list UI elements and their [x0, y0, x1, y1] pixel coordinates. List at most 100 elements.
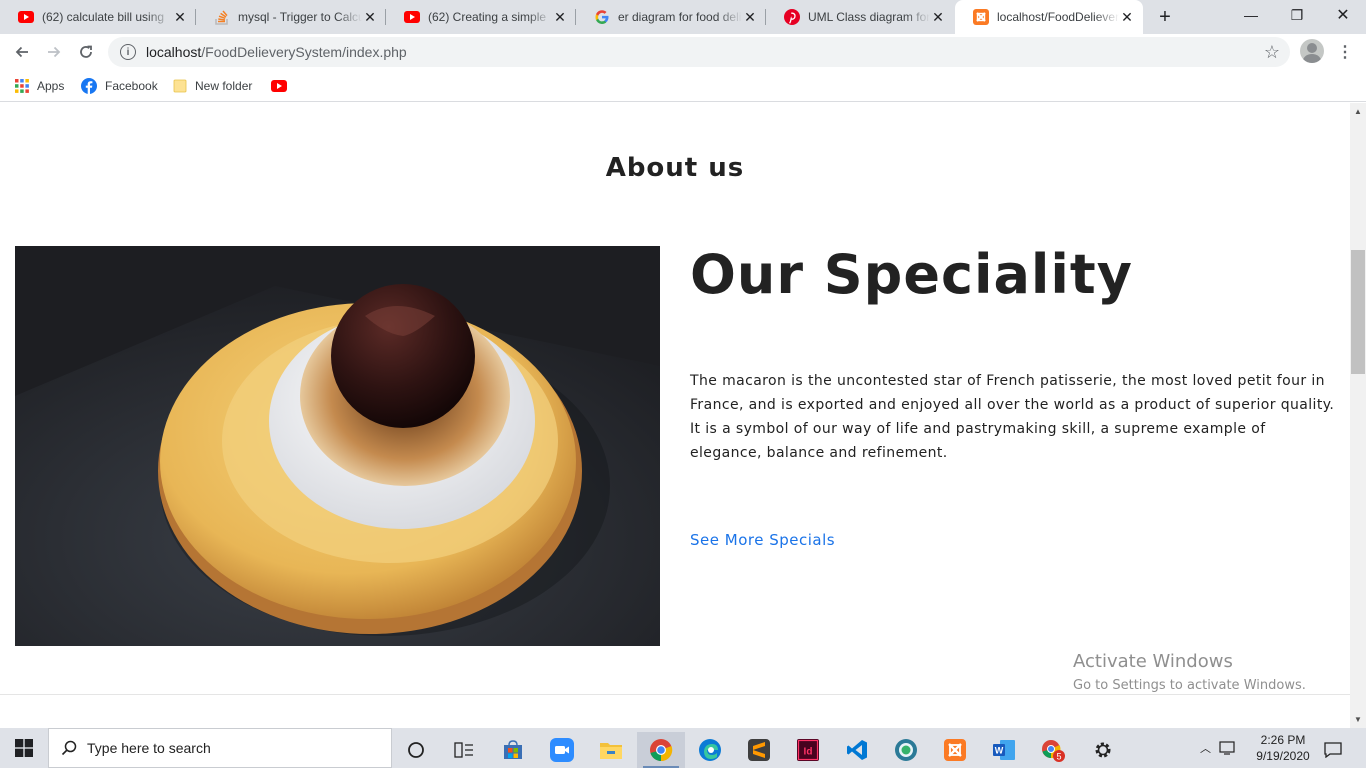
clock-date: 9/19/2020: [1256, 749, 1310, 763]
facebook-icon: [81, 78, 97, 94]
close-icon[interactable]: ✕: [1119, 9, 1135, 25]
tab-mysql-trigger[interactable]: mysql - Trigger to Calcu ✕: [196, 0, 386, 34]
close-icon[interactable]: ✕: [742, 9, 758, 25]
zoom-icon[interactable]: [538, 732, 586, 768]
bookmark-label: Apps: [37, 79, 65, 93]
reload-button[interactable]: [72, 38, 100, 66]
activate-windows-subtitle: Go to Settings to activate Windows.: [1073, 678, 1306, 693]
windows-taskbar: Type here to search Id W 5 ︿ 2:26 PM 9/1…: [0, 728, 1366, 768]
url-text: localhost/FoodDelieverySystem/index.php: [146, 44, 407, 60]
app-circle-icon[interactable]: [882, 732, 930, 768]
xampp-taskbar-icon[interactable]: [931, 732, 979, 768]
vscode-icon[interactable]: [833, 732, 881, 768]
bookmark-facebook[interactable]: Facebook: [81, 76, 158, 96]
tab-title: UML Class diagram for: [808, 10, 930, 24]
taskbar-search-box[interactable]: Type here to search: [48, 728, 392, 768]
svg-text:W: W: [995, 746, 1004, 756]
bookmark-new-folder[interactable]: New folder: [173, 76, 252, 96]
youtube-icon: [404, 9, 420, 25]
bookmark-label: Facebook: [105, 79, 158, 93]
tab-localhost-active[interactable]: localhost/FoodDeliever ✕: [955, 0, 1143, 34]
tab-title: localhost/FoodDeliever: [997, 10, 1119, 24]
activate-windows-watermark: Activate Windows Go to Settings to activ…: [1073, 651, 1306, 693]
tab-title: (62) calculate bill using: [42, 10, 165, 24]
task-view-icon[interactable]: [440, 732, 488, 768]
restore-button[interactable]: ❐: [1274, 0, 1320, 30]
bookmark-apps[interactable]: Apps: [15, 76, 64, 96]
store-icon[interactable]: [489, 732, 537, 768]
apps-grid-icon: [15, 79, 29, 93]
close-icon[interactable]: ✕: [362, 9, 378, 25]
sublime-text-icon[interactable]: [735, 732, 783, 768]
folder-icon: [173, 79, 187, 93]
xampp-icon: [973, 9, 989, 25]
profile-avatar[interactable]: [1300, 39, 1324, 63]
tab-strip: (62) calculate bill using ✕ mysql - Trig…: [0, 0, 1366, 34]
tab-youtube-creating[interactable]: (62) Creating a simple ✕: [386, 0, 576, 34]
reload-icon: [80, 45, 92, 58]
url-host: localhost: [146, 44, 202, 60]
start-button[interactable]: [0, 728, 48, 768]
tab-youtube-calculate-bill[interactable]: (62) calculate bill using ✕: [0, 0, 196, 34]
stackoverflow-icon: [214, 9, 230, 25]
scroll-thumb[interactable]: [1351, 250, 1365, 374]
scroll-up-icon[interactable]: ▲: [1350, 104, 1366, 118]
close-icon[interactable]: ✕: [172, 9, 188, 25]
notification-badge: 5: [1056, 752, 1061, 762]
youtube-icon: [271, 80, 287, 92]
about-us-title: About us: [605, 153, 745, 183]
indesign-icon[interactable]: Id: [784, 732, 832, 768]
chrome-profile-taskbar-icon[interactable]: 5: [1029, 732, 1077, 768]
back-button[interactable]: [8, 38, 36, 66]
speciality-description: The macaron is the uncontested star of F…: [690, 373, 1335, 461]
edge-icon[interactable]: [686, 732, 734, 768]
close-window-button[interactable]: ✕: [1320, 0, 1366, 30]
search-placeholder: Type here to search: [87, 740, 211, 756]
clock-time: 2:26 PM: [1260, 733, 1306, 747]
forward-button[interactable]: [40, 38, 68, 66]
bookmarks-bar: Apps Facebook New folder: [0, 70, 1366, 102]
url-path: /FoodDelieverySystem/index.php: [201, 44, 407, 60]
back-arrow-icon: [15, 46, 28, 58]
tab-title: mysql - Trigger to Calcu: [238, 10, 362, 24]
address-bar[interactable]: i localhost/FoodDelieverySystem/index.ph…: [108, 37, 1290, 67]
scroll-down-icon[interactable]: ▼: [1350, 712, 1366, 726]
tab-title: (62) Creating a simple: [428, 10, 547, 24]
network-icon[interactable]: [1219, 741, 1237, 755]
tab-google-er-diagram[interactable]: er diagram for food deli ✕: [576, 0, 766, 34]
chevron-up-icon[interactable]: ︿: [1200, 740, 1211, 756]
cortana-icon[interactable]: [392, 732, 440, 768]
close-icon[interactable]: ✕: [552, 9, 568, 25]
windows-logo-icon: [15, 739, 33, 757]
chrome-taskbar-icon[interactable]: [637, 732, 685, 768]
tab-title: er diagram for food deli: [618, 10, 742, 24]
page-scrollbar[interactable]: [1350, 103, 1366, 728]
dessert-tart-image: [15, 246, 660, 646]
taskbar-clock[interactable]: 2:26 PM 9/19/2020: [1248, 732, 1318, 764]
browser-menu-icon[interactable]: ⋮: [1336, 40, 1354, 64]
forward-arrow-icon: [48, 46, 61, 58]
youtube-icon: [18, 9, 34, 25]
svg-text:Id: Id: [804, 747, 813, 758]
new-tab-button[interactable]: +: [1153, 5, 1177, 29]
info-icon[interactable]: i: [120, 44, 136, 60]
bookmark-star-icon[interactable]: ☆: [1264, 42, 1280, 63]
tab-pinterest-uml[interactable]: UML Class diagram for ✕: [766, 0, 954, 34]
bookmark-youtube[interactable]: [271, 76, 295, 96]
browser-toolbar: i localhost/FoodDelieverySystem/index.ph…: [0, 34, 1366, 70]
search-icon: [61, 740, 77, 756]
settings-gear-icon[interactable]: [1079, 732, 1127, 768]
pinterest-icon: [784, 9, 800, 25]
word-icon[interactable]: W: [980, 732, 1028, 768]
activate-windows-title: Activate Windows: [1073, 651, 1233, 672]
system-tray: ︿: [1200, 728, 1237, 768]
google-icon: [594, 9, 610, 25]
file-explorer-icon[interactable]: [587, 732, 635, 768]
close-icon[interactable]: ✕: [930, 9, 946, 25]
see-more-specials-link[interactable]: See More Specials: [690, 531, 835, 549]
section-divider: [0, 694, 1350, 695]
minimize-button[interactable]: —: [1228, 0, 1274, 30]
notification-center-icon[interactable]: [1312, 732, 1354, 768]
page-viewport: About us Our Speciality The macaron is t…: [0, 103, 1350, 728]
speciality-heading: Our Speciality: [690, 243, 1133, 306]
